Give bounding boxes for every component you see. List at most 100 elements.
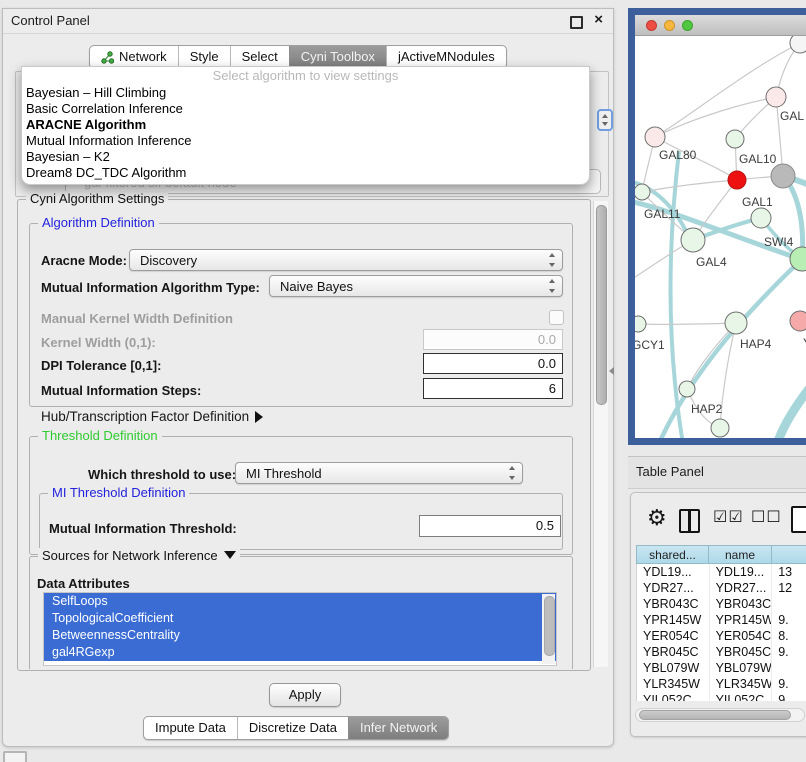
export-table-icon[interactable] — [791, 506, 806, 533]
gear-icon[interactable]: ⚙ — [647, 505, 667, 531]
network-edge[interactable] — [655, 97, 776, 137]
table-row[interactable]: YBR043CYBR043C — [637, 596, 806, 612]
tab-discretize-data[interactable]: Discretize Data — [237, 717, 348, 739]
settings-scrollbar[interactable] — [593, 201, 608, 667]
tab-network[interactable]: Network — [90, 46, 178, 68]
node-label: GAL10 — [739, 152, 777, 166]
network-edge[interactable] — [642, 180, 737, 192]
tab-impute-data[interactable]: Impute Data — [144, 717, 237, 739]
network-node-gal11[interactable] — [635, 184, 650, 200]
network-edge[interactable] — [777, 381, 806, 438]
table-row[interactable]: YBL079WYBL079W — [637, 660, 806, 676]
network-node-gal[interactable] — [766, 87, 786, 107]
table-hscrollbar-thumb[interactable] — [639, 710, 791, 720]
algorithm-option[interactable]: Bayesian – Hill Climbing — [22, 85, 589, 101]
network-node-gal80[interactable] — [645, 127, 665, 147]
mi-type-label: Mutual Information Algorithm Type: — [41, 280, 260, 295]
select-all-checkboxes-icon[interactable]: ☑☑ — [713, 507, 744, 527]
network-node-gal4[interactable] — [681, 228, 705, 252]
tab-jactivemnodules[interactable]: jActiveMNodules — [386, 46, 506, 68]
algorithm-option[interactable]: Mutual Information Inference — [22, 133, 589, 149]
algorithm-option[interactable]: Basic Correlation Inference — [22, 101, 589, 117]
table-panel-title: Table Panel — [636, 464, 704, 479]
mi-type-combobox[interactable]: Naive Bayes — [269, 275, 563, 297]
collapsed-panel-icon[interactable] — [3, 751, 27, 762]
data-attribute-item-selected[interactable]: SelfLoops — [44, 593, 556, 610]
hub-definition-expander[interactable]: Hub/Transcription Factor Definition — [41, 409, 263, 424]
network-node[interactable] — [711, 419, 729, 437]
network-node-gcy1[interactable] — [635, 316, 646, 332]
table-cell: 9 — [772, 692, 806, 701]
network-node-swi4[interactable] — [751, 208, 771, 228]
mi-steps-field[interactable]: 6 — [423, 378, 563, 399]
float-window-icon[interactable] — [570, 16, 583, 29]
desktop: Control Panel × NetworkStyleSelectCyni T… — [0, 0, 806, 762]
which-threshold-combobox[interactable]: MI Threshold — [235, 462, 523, 484]
panel-divider-grip[interactable] — [609, 367, 614, 375]
aracne-mode-combobox[interactable]: Discovery — [129, 249, 563, 271]
table-row[interactable]: YDR27...YDR27...12 — [637, 580, 806, 596]
network-node-gal1[interactable] — [728, 171, 746, 189]
data-attribute-item-selected[interactable]: gal4RGexp — [44, 644, 556, 661]
manual-kernel-checkbox[interactable] — [549, 310, 564, 325]
dpi-tolerance-field[interactable]: 0.0 — [423, 353, 563, 374]
mi-threshold-field[interactable]: 0.5 — [419, 515, 561, 537]
table-cell: YDR27... — [637, 580, 710, 596]
table-hscrollbar[interactable] — [635, 708, 805, 722]
zoom-traffic-light-icon[interactable] — [682, 20, 693, 31]
settings-scrollbar-thumb[interactable] — [596, 205, 607, 405]
kernel-width-field[interactable]: 0.0 — [423, 329, 563, 350]
show-columns-icon[interactable] — [679, 509, 700, 533]
data-attributes-list[interactable]: SelfLoopsTopologicalCoefficientBetweenne… — [43, 592, 557, 666]
sources-title[interactable]: Sources for Network Inference — [38, 548, 240, 563]
attributes-scrollbar[interactable] — [542, 594, 555, 664]
algorithm-option[interactable]: Dream8 DC_TDC Algorithm — [22, 165, 589, 181]
column-header-clipped[interactable] — [772, 545, 806, 564]
tab-infer-network[interactable]: Infer Network — [348, 717, 448, 739]
cyni-mode-tabs: Impute DataDiscretize DataInfer Network — [143, 716, 449, 740]
table-cell: 9. — [772, 676, 806, 692]
table-row[interactable]: YDL19...YDL19...13 — [637, 564, 806, 580]
table-row[interactable]: YPR145WYPR145W9. — [637, 612, 806, 628]
table-row[interactable]: YER054CYER054C8. — [637, 628, 806, 644]
table-body[interactable]: YDL19...YDL19...13YDR27...YDR27...12YBR0… — [636, 564, 806, 701]
network-graph[interactable]: GALGAL80GAL10GAL11GAL1SWI4GAL4GCY1HAP4YH… — [635, 36, 806, 438]
network-icon — [101, 51, 114, 64]
network-node-hap2[interactable] — [679, 381, 695, 397]
apply-button[interactable]: Apply — [269, 683, 341, 707]
network-node-y[interactable] — [790, 311, 806, 331]
minimize-traffic-light-icon[interactable] — [664, 20, 675, 31]
algorithm-combobox-spinner[interactable] — [597, 109, 613, 131]
column-header-shared...[interactable]: shared... — [636, 545, 709, 564]
network-canvas[interactable]: GALGAL80GAL10GAL11GAL1SWI4GAL4GCY1HAP4YH… — [635, 36, 806, 438]
data-attribute-item-selected[interactable]: TopologicalCoefficient — [44, 610, 556, 627]
data-attribute-item-selected[interactable]: BetweennessCentrality — [44, 627, 556, 644]
table-cell: YIL052C — [710, 692, 773, 701]
algorithm-option[interactable]: Bayesian – K2 — [22, 149, 589, 165]
column-header-name[interactable]: name — [709, 545, 772, 564]
network-node[interactable] — [771, 164, 795, 188]
algorithm-option[interactable]: ARACNE Algorithm — [22, 117, 589, 133]
deselect-all-checkboxes-icon[interactable]: ☐☐ — [751, 507, 782, 527]
mi-type-value: Naive Bayes — [280, 279, 353, 294]
tab-select[interactable]: Select — [230, 46, 289, 68]
node-table[interactable]: shared...name YDL19...YDL19...13YDR27...… — [636, 545, 806, 701]
kernel-width-label: Kernel Width (0,1): — [41, 335, 156, 350]
close-icon[interactable]: × — [594, 11, 603, 28]
network-node-gal10[interactable] — [726, 130, 744, 148]
network-edge[interactable] — [638, 323, 736, 324]
data-attributes-label: Data Attributes — [37, 576, 130, 591]
network-node-hap4[interactable] — [725, 312, 747, 334]
table-row[interactable]: YLR345WYLR345W9. — [637, 676, 806, 692]
tab-style[interactable]: Style — [178, 46, 230, 68]
table-row[interactable]: YBR045CYBR045C9. — [637, 644, 806, 660]
table-row[interactable]: YIL052CYIL052C9 — [637, 692, 806, 701]
tab-cyni-toolbox[interactable]: Cyni Toolbox — [289, 46, 386, 68]
mi-threshold-title: MI Threshold Definition — [48, 485, 189, 500]
control-panel-title: Control Panel — [11, 13, 90, 28]
close-traffic-light-icon[interactable] — [646, 20, 657, 31]
table-cell: YBR043C — [710, 596, 773, 612]
network-node[interactable] — [790, 36, 806, 53]
network-window-titlebar[interactable] — [635, 15, 806, 36]
node-label: GAL80 — [659, 148, 697, 162]
